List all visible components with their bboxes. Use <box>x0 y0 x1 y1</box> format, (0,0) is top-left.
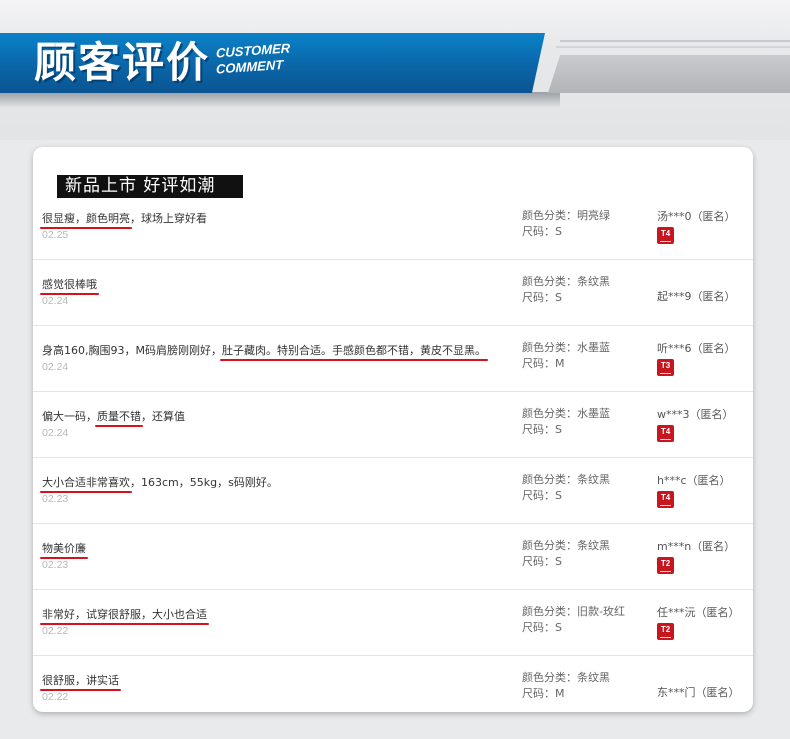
member-level-badge: T4 <box>657 227 674 244</box>
comment-text: ，球场上穿好看 <box>130 212 207 225</box>
sku-size: 尺码：M <box>522 357 565 370</box>
review-date: 02.25 <box>42 229 69 241</box>
comment-text: ，还算值 <box>141 410 185 423</box>
comment-highlight: 很舒服，讲实话 <box>42 674 119 687</box>
reviewer-name: 起***9（匿名） <box>657 290 736 303</box>
sku-color: 颜色分类：明亮绿 <box>522 209 610 222</box>
comment-highlight: 质量不错 <box>97 410 141 423</box>
comment-highlight: 非常好，试穿很舒服，大小也合适 <box>42 608 207 621</box>
banner-shadow <box>0 92 560 108</box>
reviewer-name: 汤***0（匿名） <box>657 210 736 223</box>
comment-highlight: 很显瘦，颜色明亮 <box>42 212 130 225</box>
comment-text: ，163cm，55kg，s码刚好。 <box>130 476 278 489</box>
review-comment: 感觉很棒哦 <box>42 276 97 292</box>
member-level-badge: T2 <box>657 623 674 640</box>
review-sku: 颜色分类：条纹黑 尺码：S <box>522 472 610 504</box>
banner-gray-band <box>548 55 790 93</box>
comment-highlight: 感觉很棒哦 <box>42 278 97 291</box>
comment-highlight: 肚子藏肉。特别合适。手感颜色都不错，黄皮不显黑。 <box>221 344 486 357</box>
member-level-badge: T2 <box>657 557 674 574</box>
sku-color: 颜色分类：水墨蓝 <box>522 407 610 420</box>
review-comment: 偏大一码，质量不错，还算值 <box>42 408 185 424</box>
review-date: 02.23 <box>42 493 69 505</box>
reviewer-name: w***3（匿名） <box>657 408 734 421</box>
sku-size: 尺码：S <box>522 621 562 634</box>
page-subtitle: CUSTOMER COMMENT <box>216 40 290 77</box>
review-date: 02.24 <box>42 361 69 373</box>
sku-color: 颜色分类：条纹黑 <box>522 671 610 684</box>
review-sku: 颜色分类：旧款-玫红 尺码：S <box>522 604 625 636</box>
reviews-card: 新品上市 好评如潮 很显瘦，颜色明亮，球场上穿好看 02.25 颜色分类：明亮绿 尺码… <box>33 147 753 712</box>
reviewer-name: h***c（匿名） <box>657 474 731 487</box>
review-date: 02.24 <box>42 427 69 439</box>
member-level-badge: T4 <box>657 425 674 442</box>
review-sku: 颜色分类：条纹黑 尺码：S <box>522 274 610 306</box>
header-banner: 顾客评价 CUSTOMER COMMENT <box>0 0 790 140</box>
reviewer-name: m***n（匿名） <box>657 540 736 553</box>
review-comment: 大小合适非常喜欢，163cm，55kg，s码刚好。 <box>42 474 278 490</box>
comment-highlight: 大小合适非常喜欢 <box>42 476 130 489</box>
comment-text: 偏大一码， <box>42 410 97 423</box>
sku-color: 颜色分类：旧款-玫红 <box>522 605 625 618</box>
reviewer-name: 听***6（匿名） <box>657 342 736 355</box>
sku-size: 尺码：S <box>522 555 562 568</box>
review-row: 很舒服，讲实话 02.22 颜色分类：条纹黑 尺码：M 东***门（匿名） <box>33 656 753 712</box>
banner-stripe <box>556 46 790 48</box>
review-comment: 物美价廉 <box>42 540 86 556</box>
review-sku: 颜色分类：明亮绿 尺码：S <box>522 208 610 240</box>
reviewer-name: 任***沅（匿名） <box>657 606 740 619</box>
review-row: 身高160,胸围93，M码肩膀刚刚好，肚子藏肉。特别合适。手感颜色都不错，黄皮不… <box>33 326 753 392</box>
review-date: 02.22 <box>42 691 69 703</box>
comment-highlight: 物美价廉 <box>42 542 86 555</box>
review-comment: 身高160,胸围93，M码肩膀刚刚好，肚子藏肉。特别合适。手感颜色都不错，黄皮不… <box>42 342 486 358</box>
comment-text: 身高160,胸围93，M码肩膀刚刚好， <box>42 344 222 357</box>
sku-size: 尺码：M <box>522 687 565 700</box>
review-comment: 很显瘦，颜色明亮，球场上穿好看 <box>42 210 207 226</box>
review-sku: 颜色分类：水墨蓝 尺码：S <box>522 406 610 438</box>
member-level-badge: T3 <box>657 359 674 376</box>
member-level-badge: T4 <box>657 491 674 508</box>
sku-color: 颜色分类：条纹黑 <box>522 275 610 288</box>
sku-color: 颜色分类：条纹黑 <box>522 539 610 552</box>
review-date: 02.23 <box>42 559 69 571</box>
review-row: 非常好，试穿很舒服，大小也合适 02.22 颜色分类：旧款-玫红 尺码：S 任***沅（… <box>33 590 753 656</box>
review-comment: 很舒服，讲实话 <box>42 672 119 688</box>
review-sku: 颜色分类：条纹黑 尺码：M <box>522 670 610 702</box>
reviewer-name: 东***门（匿名） <box>657 686 740 699</box>
review-date: 02.22 <box>42 625 69 637</box>
review-row: 物美价廉 02.23 颜色分类：条纹黑 尺码：S m***n（匿名） T2 <box>33 524 753 590</box>
page-title: 顾客评价 <box>34 38 211 87</box>
review-row: 很显瘦，颜色明亮，球场上穿好看 02.25 颜色分类：明亮绿 尺码：S 汤***0（匿名… <box>33 194 753 260</box>
review-comment: 非常好，试穿很舒服，大小也合适 <box>42 606 207 622</box>
review-row: 偏大一码，质量不错，还算值 02.24 颜色分类：水墨蓝 尺码：S w***3（匿名） T… <box>33 392 753 458</box>
review-row: 感觉很棒哦 02.24 颜色分类：条纹黑 尺码：S 起***9（匿名） <box>33 260 753 326</box>
sku-size: 尺码：S <box>522 291 562 304</box>
sku-size: 尺码：S <box>522 225 562 238</box>
review-row: 大小合适非常喜欢，163cm，55kg，s码刚好。 02.23 颜色分类：条纹黑 尺码… <box>33 458 753 524</box>
sku-color: 颜色分类：条纹黑 <box>522 473 610 486</box>
sku-size: 尺码：S <box>522 489 562 502</box>
review-sku: 颜色分类：水墨蓝 尺码：M <box>522 340 610 372</box>
sku-size: 尺码：S <box>522 423 562 436</box>
banner-stripe <box>560 40 790 42</box>
sku-color: 颜色分类：水墨蓝 <box>522 341 610 354</box>
review-sku: 颜色分类：条纹黑 尺码：S <box>522 538 610 570</box>
review-date: 02.24 <box>42 295 69 307</box>
reviews-list: 很显瘦，颜色明亮，球场上穿好看 02.25 颜色分类：明亮绿 尺码：S 汤***0（匿名… <box>33 194 753 712</box>
